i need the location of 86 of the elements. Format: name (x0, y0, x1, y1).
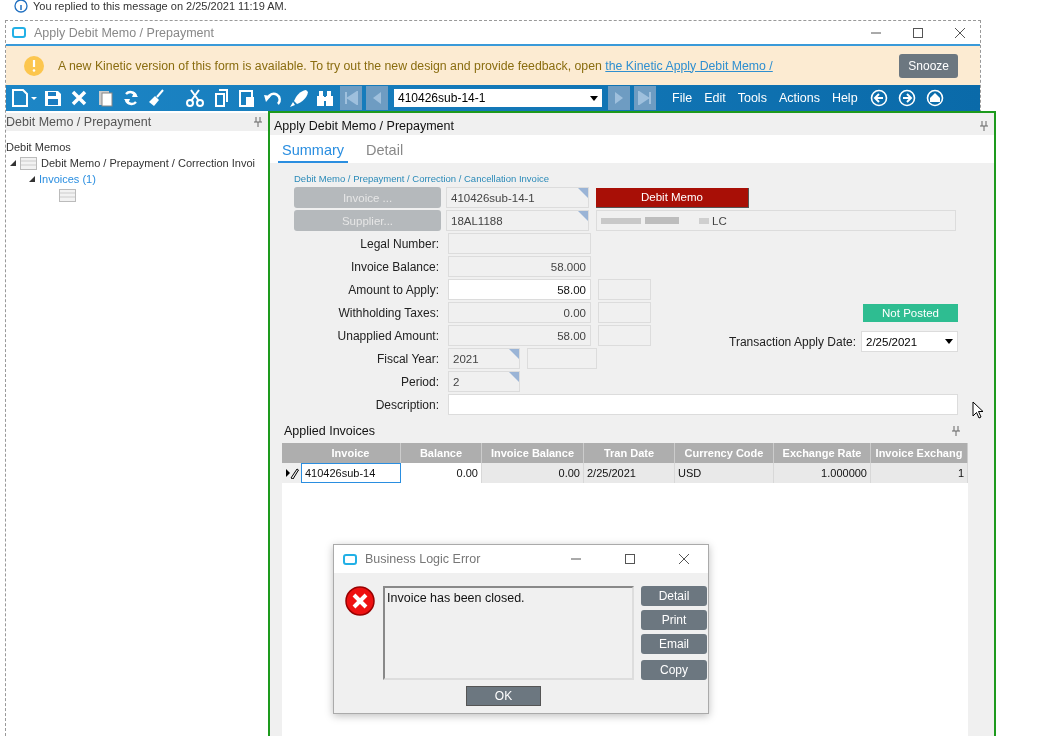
field-label: Description: (374, 397, 439, 412)
banner-message: A new Kinetic version of this form is available. To try out the new design and provide feedback, open the Kinetic Apply Debit Memo / (58, 58, 774, 73)
corner-marker-icon (578, 188, 588, 198)
corner-marker-icon (509, 349, 519, 359)
dialog-button[interactable]: Detail (641, 586, 707, 606)
dialog-button[interactable]: Email (641, 634, 707, 654)
field-label: Unapplied Amount: (336, 328, 439, 343)
tree-item[interactable]: Invoices (1) (39, 173, 96, 185)
maximize-icon[interactable] (624, 553, 636, 565)
field-label: Withholding Taxes: (337, 305, 439, 320)
close-icon[interactable] (678, 553, 690, 565)
field-label: Transaction Apply Date: (729, 334, 856, 349)
tree-item[interactable]: Debit Memo / Prepayment / Correction Invoi (41, 157, 255, 169)
pin-icon[interactable] (254, 117, 262, 127)
tree-root: Debit Memos (6, 141, 71, 153)
mouse-pointer-icon (972, 401, 984, 419)
dropdown-caret-icon[interactable] (590, 95, 598, 101)
description-field[interactable] (448, 394, 958, 415)
app-icon (343, 553, 357, 565)
field-label: Fiscal Year: (375, 351, 439, 366)
expand-triangle-icon[interactable] (29, 176, 35, 182)
amount-field[interactable]: 0.00 (448, 302, 591, 323)
tab[interactable]: Detail (362, 142, 408, 163)
date-field[interactable]: 2/25/2021 (861, 331, 958, 352)
folder-icon (59, 188, 76, 202)
dialog-button[interactable]: Copy (641, 660, 707, 680)
binoculars-icon[interactable] (314, 88, 336, 108)
last-arrow-icon (638, 91, 652, 105)
table-cell: 0.00 (482, 463, 584, 483)
status-badge: Not Posted (863, 304, 958, 322)
close-icon[interactable] (954, 26, 966, 39)
pin-icon[interactable] (952, 426, 960, 436)
number-field[interactable]: 2 (448, 371, 520, 392)
table-cell: 1.000000 (774, 463, 871, 483)
warning-icon (24, 55, 44, 76)
field-label: Period: (399, 374, 439, 389)
panel-title: Debit Memo / Prepayment (6, 115, 152, 129)
maximize-icon[interactable] (912, 26, 924, 39)
field-label: Legal Number: (359, 236, 439, 251)
record-dropdown[interactable]: 410426sub-14-1 (394, 89, 602, 107)
number-field[interactable]: 2021 (448, 348, 520, 369)
info-icon (14, 0, 28, 13)
corner-marker-icon (509, 372, 519, 382)
invoice-field[interactable]: 410426sub-14-1 (446, 187, 589, 208)
error-message: Invoice has been closed. (383, 586, 634, 680)
ok-button[interactable]: OK (466, 686, 541, 706)
app-icon (12, 27, 26, 38)
field-label: Amount to Apply: (347, 282, 439, 297)
section-title: Applied Invoices (284, 424, 376, 438)
menu-item[interactable]: Actions (774, 91, 824, 105)
amount-field[interactable]: 58.00 (448, 279, 591, 300)
menu-item[interactable]: Edit (700, 91, 730, 105)
rocket-icon[interactable] (288, 88, 310, 108)
dialog-title: Business Logic Error (365, 552, 482, 566)
window-title: Apply Debit Memo / Prepayment (34, 25, 215, 40)
reply-notice: You replied to this message on 2/25/2021 11:19 AM. (33, 0, 287, 12)
dropdown-caret-icon[interactable] (945, 339, 953, 344)
amount-field[interactable]: 58.00 (448, 325, 591, 346)
supplier-id-field[interactable]: 18AL1188 (446, 210, 589, 231)
tab[interactable]: Summary (278, 142, 349, 163)
expand-triangle-icon[interactable] (10, 160, 16, 166)
menu-item[interactable]: Help (827, 91, 862, 105)
panel-title: Apply Debit Memo / Prepayment (274, 119, 454, 133)
table-cell[interactable]: 410426sub-14 (301, 463, 401, 483)
table-cell: 1 (871, 463, 968, 483)
debit-memo-badge: Debit Memo (596, 187, 749, 208)
supplier-name-field[interactable]: LC (596, 210, 956, 231)
dialog-button[interactable]: Print (641, 610, 707, 630)
table-cell: 2/25/2021 (584, 463, 675, 483)
corner-marker-icon (578, 211, 588, 221)
folder-icon (20, 156, 37, 170)
pin-icon[interactable] (980, 121, 988, 131)
section-title: Debit Memo / Prepayment / Correction / Cancellation Invoice (294, 173, 551, 186)
kinetic-form-link[interactable]: the Kinetic Apply Debit Memo / (605, 58, 773, 73)
table-cell: USD (675, 463, 774, 483)
menu-item[interactable]: File (668, 91, 697, 105)
cut-icon[interactable] (184, 88, 206, 108)
header-corner-cell (282, 443, 301, 463)
amount-field[interactable]: 58.000 (448, 256, 591, 277)
home-icon[interactable] (925, 89, 944, 107)
first-arrow-icon (344, 91, 358, 105)
error-icon (345, 586, 377, 618)
snooze-button[interactable]: Snooze (899, 53, 958, 78)
field-label: Invoice Balance: (349, 259, 439, 274)
save-icon[interactable] (42, 88, 64, 108)
menu-item[interactable]: Tools (733, 91, 771, 105)
